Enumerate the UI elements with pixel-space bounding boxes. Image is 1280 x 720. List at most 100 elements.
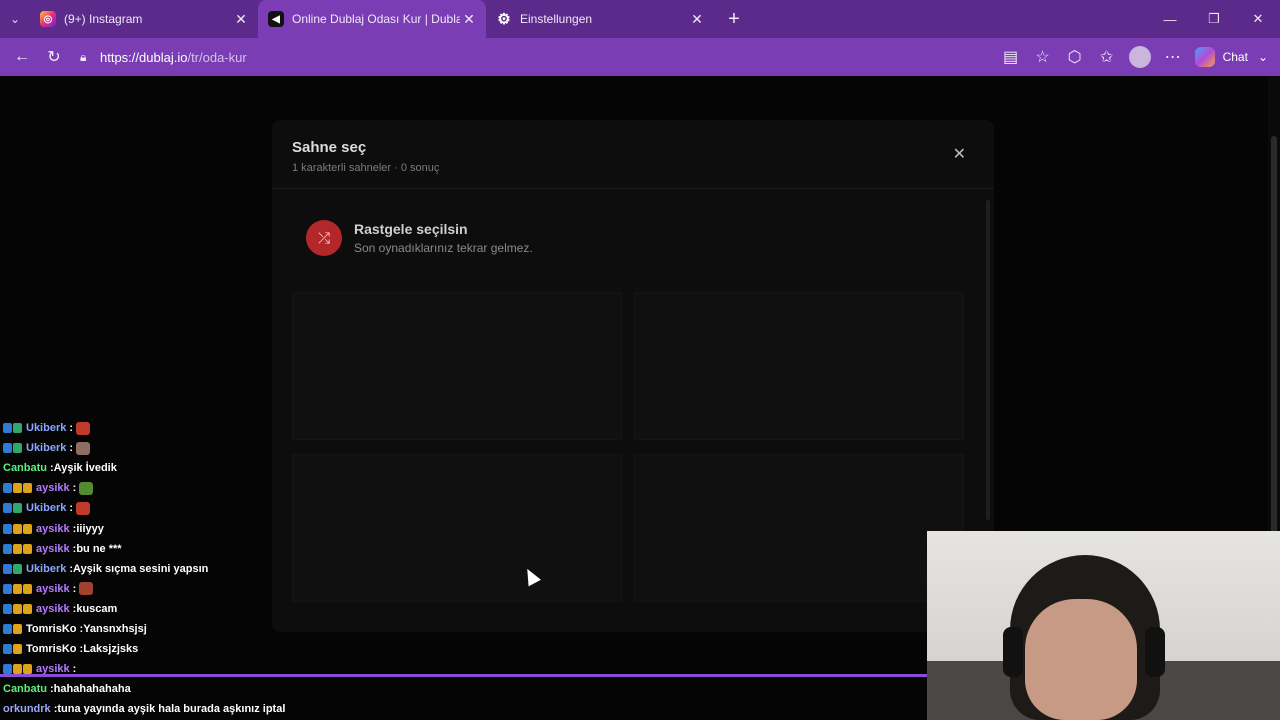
badge-icon [13,483,22,494]
chat-badges [3,644,23,655]
chat-text: Ayşik İvedik [53,462,117,475]
dublaj-icon: ◀ [268,11,284,27]
badge-icon [23,664,32,675]
badge-icon [3,523,12,534]
copilot-chat-button[interactable]: Chat ⌄ [1189,47,1274,67]
chat-separator: : [72,482,77,495]
random-option-title: Rastgele seçilsin [354,221,468,237]
new-tab-button[interactable]: + [714,0,754,38]
random-scene-option[interactable]: ⤮ Rastgele seçilsin Son oynadıklarınız t… [292,210,964,266]
screen: ⌄ ◎ (9+) Instagram ✕ ◀ Online Dublaj Oda… [0,0,1280,720]
chat-username[interactable]: Canbatu [3,462,47,474]
tab-title: Online Dublaj Odası Kur | Dublaj.io [292,12,460,26]
chat-badges [3,483,33,494]
chat-text: kuscam [76,602,118,615]
badge-icon [3,624,12,634]
chat-username[interactable]: TomrisKo [26,643,77,655]
chat-separator: : [72,582,77,595]
badge-icon [3,583,12,594]
badge-icon [13,503,22,514]
chat-message: aysikk: [3,580,94,598]
chat-username[interactable]: TomrisKo [26,623,77,635]
favorite-star-icon[interactable]: ☆ [1027,42,1059,72]
more-options-icon[interactable]: ⋯ [1157,42,1189,72]
random-option-subtitle: Son oynadıklarınız tekrar gelmez. [354,241,533,255]
close-tab-icon[interactable]: ✕ [460,11,478,28]
chat-message: Ukiberk: [3,419,91,437]
chat-username[interactable]: Ukiberk [26,502,66,514]
url-host: https://dublaj.io [100,49,188,65]
badge-icon [3,543,12,554]
chat-separator: : [69,422,74,434]
chat-badges [3,583,33,594]
chat-badges [3,503,23,514]
chat-username[interactable]: aysikk [36,583,70,595]
chat-message: Ukiberk: Ayşik sıçma sesini yapsın [3,560,208,578]
tab-dublaj[interactable]: ◀ Online Dublaj Odası Kur | Dublaj.io ✕ [258,0,486,38]
chat-message: aysikk: bu ne *** [3,540,122,558]
scene-card[interactable] [292,292,622,440]
profile-avatar[interactable] [1128,46,1151,68]
site-info-icon[interactable]: 🔒︎ [80,50,100,65]
extensions-icon[interactable]: ⬡ [1059,42,1091,72]
chat-label: Chat [1222,50,1248,64]
scene-card[interactable] [634,292,964,440]
chat-badges [3,624,23,634]
close-tab-icon[interactable]: ✕ [232,11,250,28]
tab-actions-menu-icon[interactable]: ⌄ [0,0,30,38]
chat-badges [3,664,33,675]
chat-username[interactable]: Ukiberk [26,563,66,575]
chat-username[interactable]: aysikk [36,482,70,494]
chat-username[interactable]: Ukiberk [26,422,66,434]
chat-badges [3,543,33,554]
webcam-person-face [1025,599,1137,720]
badge-icon [13,644,22,655]
badge-icon [13,603,22,614]
emote-icon [76,421,91,435]
restore-icon[interactable]: ❐ [1192,0,1236,38]
close-window-icon[interactable]: ✕ [1236,0,1280,38]
chat-username[interactable]: aysikk [36,523,70,535]
modal-scrollbar[interactable] [986,200,990,520]
chat-username[interactable]: Ukiberk [26,442,66,454]
tab-einstellungen[interactable]: ⚙ Einstellungen ✕ [486,0,714,38]
chat-message: TomrisKo: Yansnxhsjsj [3,620,147,638]
chat-message: aysikk: [3,479,94,497]
chat-message: aysikk: kuscam [3,600,117,618]
favorites-icon[interactable]: ✩ [1091,42,1123,72]
address-bar[interactable]: 🔒︎ https://dublaj.io /tr/oda-kur [74,42,994,72]
chat-text: tuna yayında ayşik hala burada aşkınız i… [57,703,286,716]
webcam-headphone-right [1145,627,1165,677]
close-icon[interactable]: ✕ [953,144,966,164]
chat-message: Canbatu: Ayşik İvedik [3,459,117,477]
badge-icon [3,644,12,655]
refresh-icon[interactable]: ↻ [38,42,70,72]
chat-username[interactable]: orkundrk [3,703,51,715]
badge-icon [13,664,22,675]
close-tab-icon[interactable]: ✕ [688,11,706,28]
chat-username[interactable]: aysikk [36,543,70,555]
reading-view-icon[interactable]: ▤ [995,42,1027,72]
instagram-icon: ◎ [40,11,56,27]
badge-icon [3,563,12,574]
badge-icon [3,423,12,433]
browser-toolbar: ← ↻ 🔒︎ https://dublaj.io /tr/oda-kur ▤ ☆… [0,38,1280,76]
chat-username[interactable]: Canbatu [3,683,47,695]
chat-separator: : [69,442,74,455]
badge-icon [3,603,12,614]
minimize-icon[interactable]: — [1148,0,1192,38]
chat-username[interactable]: aysikk [36,603,70,615]
chat-divider [0,674,930,677]
divider [272,188,994,189]
badge-icon [13,583,22,594]
emote-icon [76,441,91,455]
chat-separator: : [69,502,74,515]
tab-title: Einstellungen [520,12,593,26]
modal-subtitle: 1 karakterli sahneler · 0 sonuç [292,162,440,174]
emote-icon [79,582,94,596]
back-icon[interactable]: ← [6,42,38,72]
chat-text: Yansnxhsjsj [83,623,147,635]
tab-instagram[interactable]: ◎ (9+) Instagram ✕ [30,0,258,38]
url-path: /tr/oda-kur [187,49,247,65]
chat-text: Ayşik sıçma sesini yapsın [73,562,209,575]
